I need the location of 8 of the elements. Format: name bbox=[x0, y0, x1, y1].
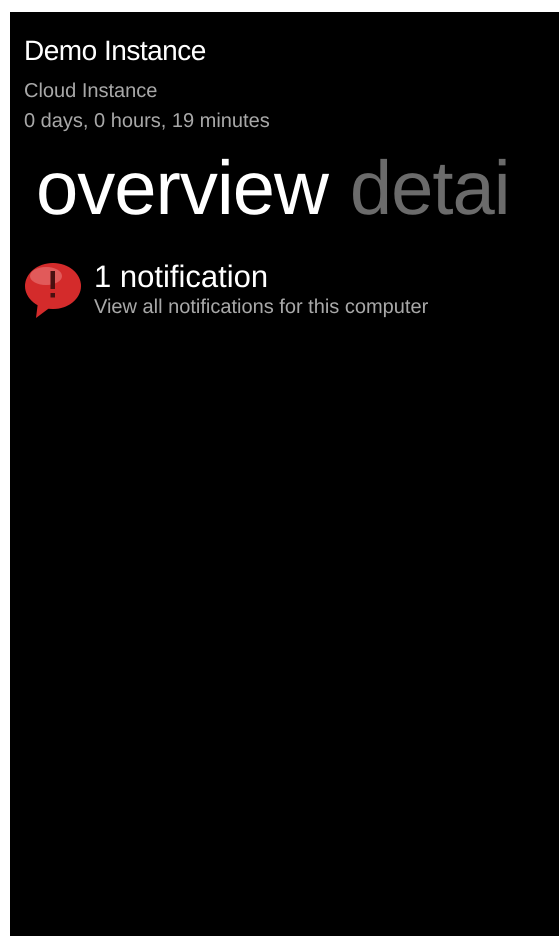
notification-description: View all notifications for this computer bbox=[94, 295, 428, 320]
instance-type: Cloud Instance bbox=[24, 79, 158, 104]
page-title: Demo Instance bbox=[24, 34, 207, 68]
pivot-tab[interactable]: overview bbox=[36, 144, 328, 234]
notification-count[interactable]: 1 notification bbox=[94, 260, 428, 294]
pivot-tab[interactable]: detai bbox=[350, 144, 510, 234]
alert-bubble-icon bbox=[24, 262, 82, 320]
uptime-text: 0 days, 0 hours, 19 minutes bbox=[24, 109, 271, 134]
